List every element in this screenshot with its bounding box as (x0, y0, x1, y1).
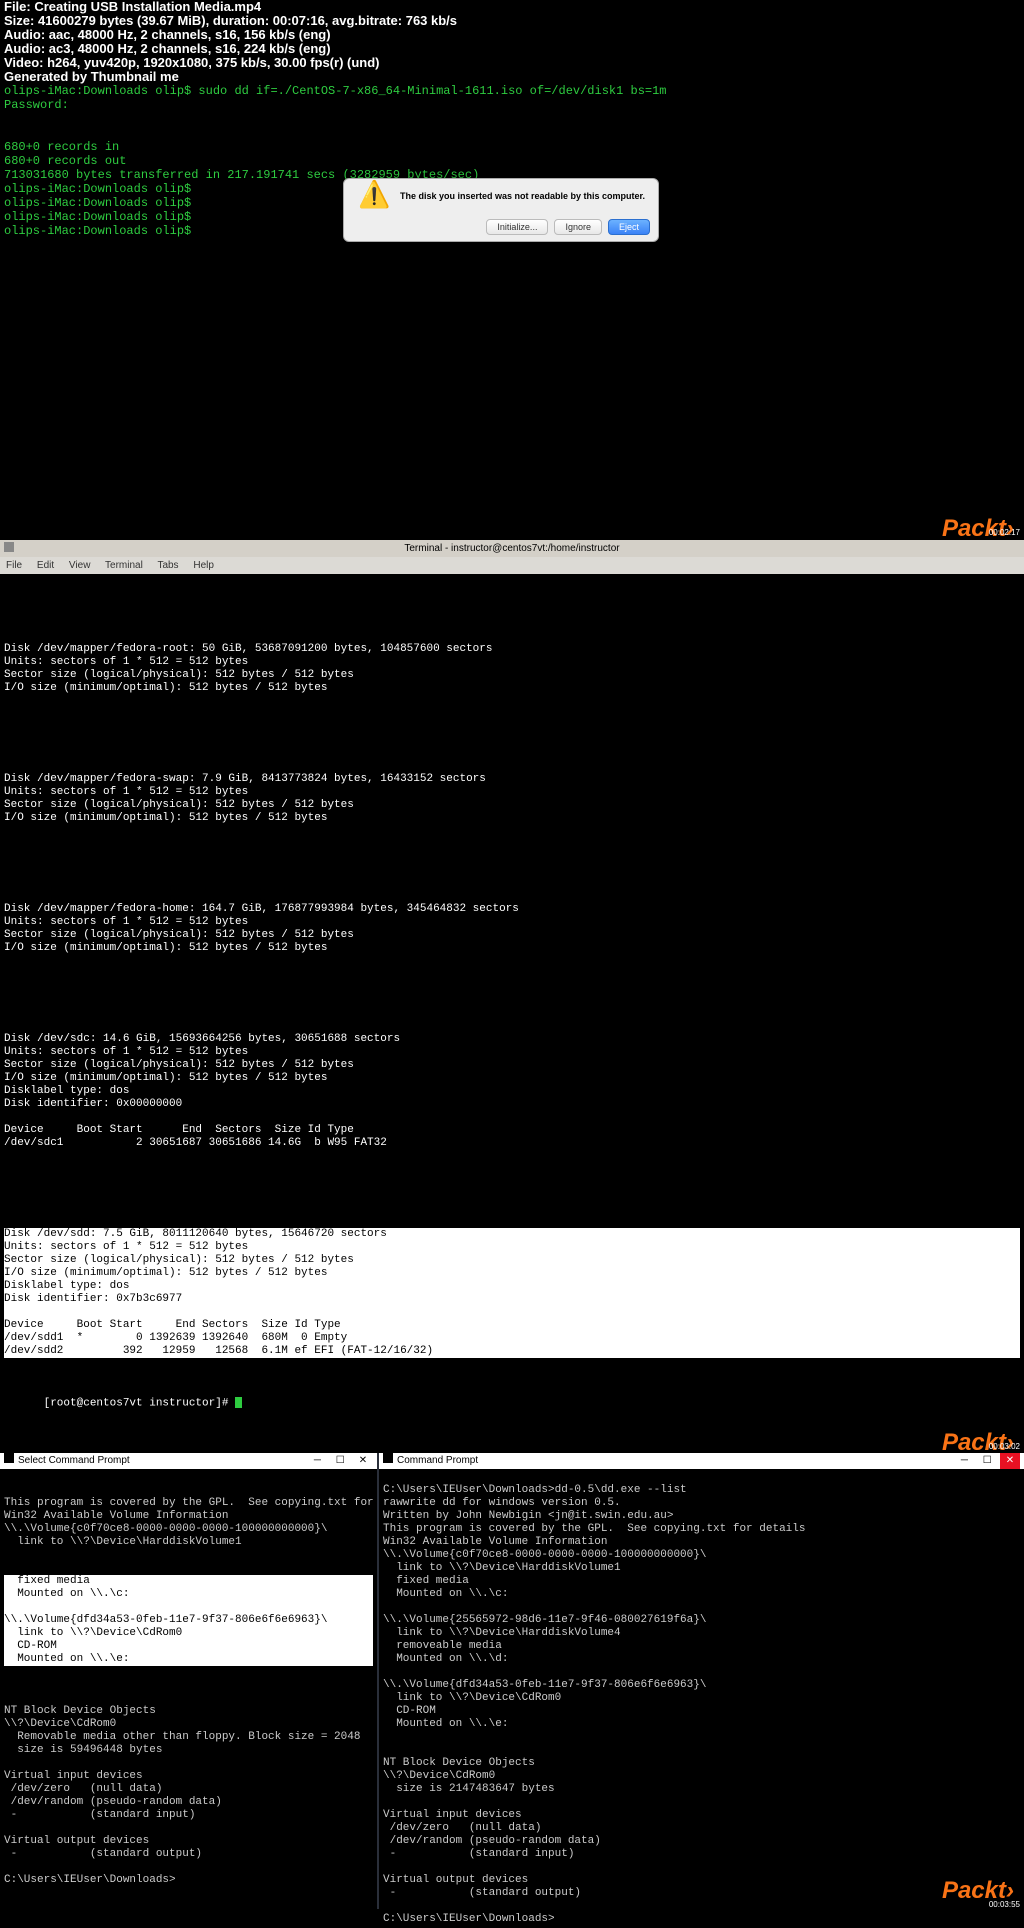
cmd-title-left-text: Select Command Prompt (18, 1455, 130, 1466)
dialog-message: The disk you inserted was not readable b… (400, 189, 645, 203)
minimize-icon[interactable]: ─ (954, 1453, 974, 1469)
menu-edit[interactable]: Edit (37, 560, 54, 571)
password-prompt[interactable]: Password: (4, 98, 1020, 112)
terminal-titlebar[interactable]: Terminal - instructor@centos7vt:/home/in… (0, 540, 1024, 557)
maximize-icon[interactable]: ☐ (977, 1453, 997, 1469)
file-header: File: Creating USB Installation Media.mp… (4, 0, 1020, 14)
warning-icon: ⚠️ (358, 187, 388, 217)
cursor-icon (235, 1397, 242, 1408)
cmd-right-output: C:\Users\IEUser\Downloads>dd-0.5\dd.exe … (379, 1469, 1024, 1928)
cmd-left-highlight[interactable]: fixed media Mounted on \\.\c: \\.\Volume… (4, 1575, 373, 1666)
shell-prompt: [root@centos7vt instructor]# (4, 1384, 1020, 1423)
size-line: Size: 41600279 bytes (39.67 MiB), durati… (4, 14, 1020, 28)
terminal-menubar[interactable]: File Edit View Terminal Tabs Help (0, 557, 1024, 574)
menu-help[interactable]: Help (193, 560, 214, 571)
initialize-button[interactable]: Initialize... (486, 219, 548, 235)
cmd-left-output-1: This program is covered by the GPL. See … (4, 1497, 373, 1549)
cmd-title-right-text: Command Prompt (397, 1455, 478, 1466)
generated-line: Generated by Thumbnail me (4, 70, 1020, 84)
cmd-window-left: Select Command Prompt ─ ☐ ✕ This program… (0, 1453, 377, 1909)
close-icon[interactable]: ✕ (353, 1453, 373, 1469)
menu-terminal[interactable]: Terminal (105, 560, 143, 571)
audio-line-2: Audio: ac3, 48000 Hz, 2 channels, s16, 2… (4, 42, 1020, 56)
minimize-icon[interactable]: ─ (307, 1453, 327, 1469)
audio-line-1: Audio: aac, 48000 Hz, 2 channels, s16, 1… (4, 28, 1020, 42)
ignore-button[interactable]: Ignore (554, 219, 602, 235)
dd-command: olips-iMac:Downloads olip$ sudo dd if=./… (4, 84, 1020, 98)
maximize-icon[interactable]: ☐ (330, 1453, 350, 1469)
video-timestamp: 00:03:02 (989, 1440, 1020, 1453)
disk-unreadable-dialog: ⚠️ The disk you inserted was not readabl… (343, 178, 659, 242)
fdisk-fedora-root: Disk /dev/mapper/fedora-root: 50 GiB, 53… (4, 643, 1020, 695)
cmd-titlebar-left[interactable]: Select Command Prompt ─ ☐ ✕ (0, 1453, 377, 1469)
cmd-icon (4, 1453, 14, 1463)
records-in: 680+0 records in (4, 140, 1020, 154)
fdisk-sdc: Disk /dev/sdc: 14.6 GiB, 15693664256 byt… (4, 1033, 1020, 1150)
records-out: 680+0 records out (4, 154, 1020, 168)
eject-button[interactable]: Eject (608, 219, 650, 235)
fdisk-fedora-home: Disk /dev/mapper/fedora-home: 164.7 GiB,… (4, 903, 1020, 955)
linux-terminal-panel: Terminal - instructor@centos7vt:/home/in… (0, 540, 1024, 1453)
cmd-window-right: Command Prompt ─ ☐ ✕ C:\Users\IEUser\Dow… (379, 1453, 1024, 1909)
video-timestamp: 00:03:55 (989, 1900, 1020, 1909)
fdisk-fedora-swap: Disk /dev/mapper/fedora-swap: 7.9 GiB, 8… (4, 773, 1020, 825)
menu-tabs[interactable]: Tabs (157, 560, 178, 571)
close-icon[interactable]: ✕ (1000, 1453, 1020, 1469)
video-line: Video: h264, yuv420p, 1920x1080, 375 kb/… (4, 56, 1020, 70)
fdisk-sdd-selected: Disk /dev/sdd: 7.5 GiB, 8011120640 bytes… (4, 1228, 1020, 1358)
cmd-left-output-2: NT Block Device Objects \\?\Device\CdRom… (4, 1692, 373, 1887)
menu-file[interactable]: File (6, 560, 22, 571)
mac-terminal-panel: File: Creating USB Installation Media.mp… (0, 0, 1024, 540)
cmd-icon (383, 1453, 393, 1463)
windows-cmd-panel: Select Command Prompt ─ ☐ ✕ This program… (0, 1453, 1024, 1909)
video-timestamp: 00:02:17 (989, 526, 1020, 540)
menu-view[interactable]: View (69, 560, 91, 571)
cmd-titlebar-right[interactable]: Command Prompt ─ ☐ ✕ (379, 1453, 1024, 1469)
window-close-icon[interactable] (4, 542, 14, 552)
